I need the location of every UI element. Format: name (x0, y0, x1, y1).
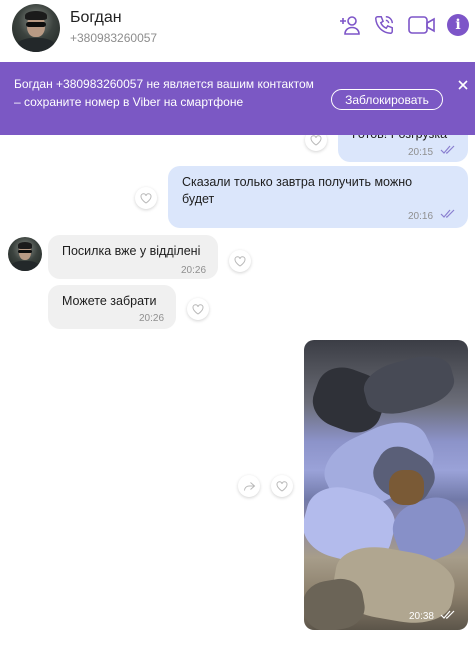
message-time: 20:38 (408, 611, 434, 622)
message-time: 20:26 (139, 313, 165, 324)
phone-icon[interactable] (372, 13, 396, 37)
message-bubble-incoming[interactable]: Можете забрати 20:26 (48, 285, 176, 329)
message-bubble-outgoing[interactable]: Сказали только завтра получить можно буд… (168, 166, 468, 228)
read-ticks-icon (440, 610, 455, 619)
add-contact-icon[interactable] (338, 13, 362, 37)
heart-icon[interactable] (187, 298, 209, 320)
contact-name[interactable]: Богдан (70, 9, 122, 27)
message-bubble-incoming[interactable]: Посилка вже у відділені 20:26 (48, 235, 218, 279)
info-icon: i (447, 14, 469, 36)
message-text: Можете забрати (62, 294, 157, 308)
sender-avatar[interactable] (8, 237, 42, 271)
block-button[interactable]: Заблокировать (331, 89, 443, 110)
banner-text: Богдан +380983260057 не является вашим к… (14, 77, 314, 109)
message-time: 20:26 (181, 265, 207, 276)
message-text: Посилка вже у відділені (62, 244, 201, 258)
info-button[interactable]: i (447, 13, 469, 37)
chat-header: Богдан +380983260057 i (0, 0, 475, 58)
message-time: 20:15 (408, 147, 434, 158)
heart-icon[interactable] (229, 250, 251, 272)
message-time: 20:16 (408, 211, 434, 222)
contact-phone: +380983260057 (70, 31, 158, 45)
message-text: Сказали только завтра получить можно буд… (182, 175, 413, 206)
not-in-contacts-banner: Богдан +380983260057 не является вашим к… (0, 62, 475, 135)
heart-icon[interactable] (271, 475, 293, 497)
close-icon[interactable] (456, 78, 470, 92)
contact-avatar[interactable] (12, 4, 60, 52)
video-call-icon[interactable] (407, 13, 437, 37)
heart-icon[interactable] (135, 187, 157, 209)
photo-message[interactable]: 20:38 (304, 340, 468, 630)
read-ticks-icon (440, 209, 455, 218)
message-list[interactable]: Готов! Розгрузка 20:15 Сказали только за… (0, 58, 475, 654)
forward-icon[interactable] (238, 475, 260, 497)
read-ticks-icon (440, 145, 455, 154)
